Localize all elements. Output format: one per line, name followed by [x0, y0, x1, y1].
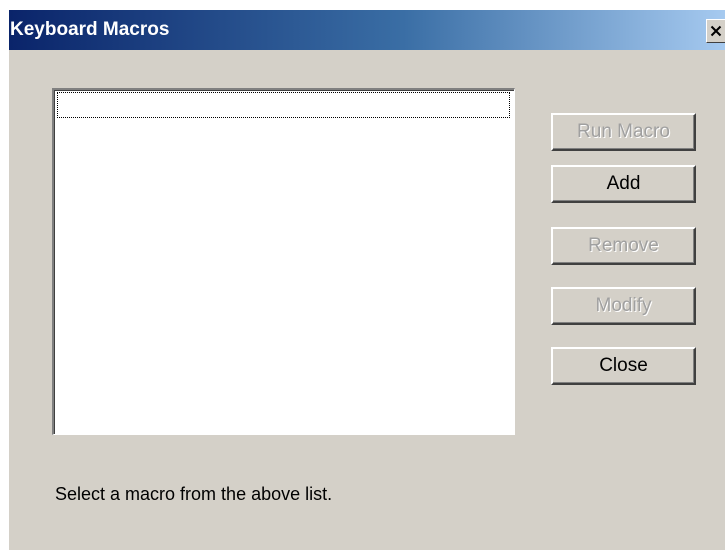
close-button[interactable]: Close — [551, 347, 696, 385]
window-title: Keyboard Macros — [10, 19, 170, 40]
status-message: Select a macro from the above list. — [55, 484, 333, 504]
run-macro-button[interactable]: Run Macro — [551, 113, 696, 151]
remove-button[interactable]: Remove — [551, 227, 696, 265]
add-button[interactable]: Add — [551, 165, 696, 203]
close-icon — [710, 25, 722, 37]
modify-button[interactable]: Modify — [551, 287, 696, 325]
macro-list[interactable] — [52, 88, 515, 435]
title-bar[interactable]: Keyboard Macros — [9, 10, 725, 50]
list-focus-row[interactable] — [57, 92, 510, 118]
keyboard-macros-dialog: Keyboard Macros Run Macro Add Remove Mod… — [8, 10, 725, 550]
window-close-button[interactable] — [706, 19, 725, 43]
